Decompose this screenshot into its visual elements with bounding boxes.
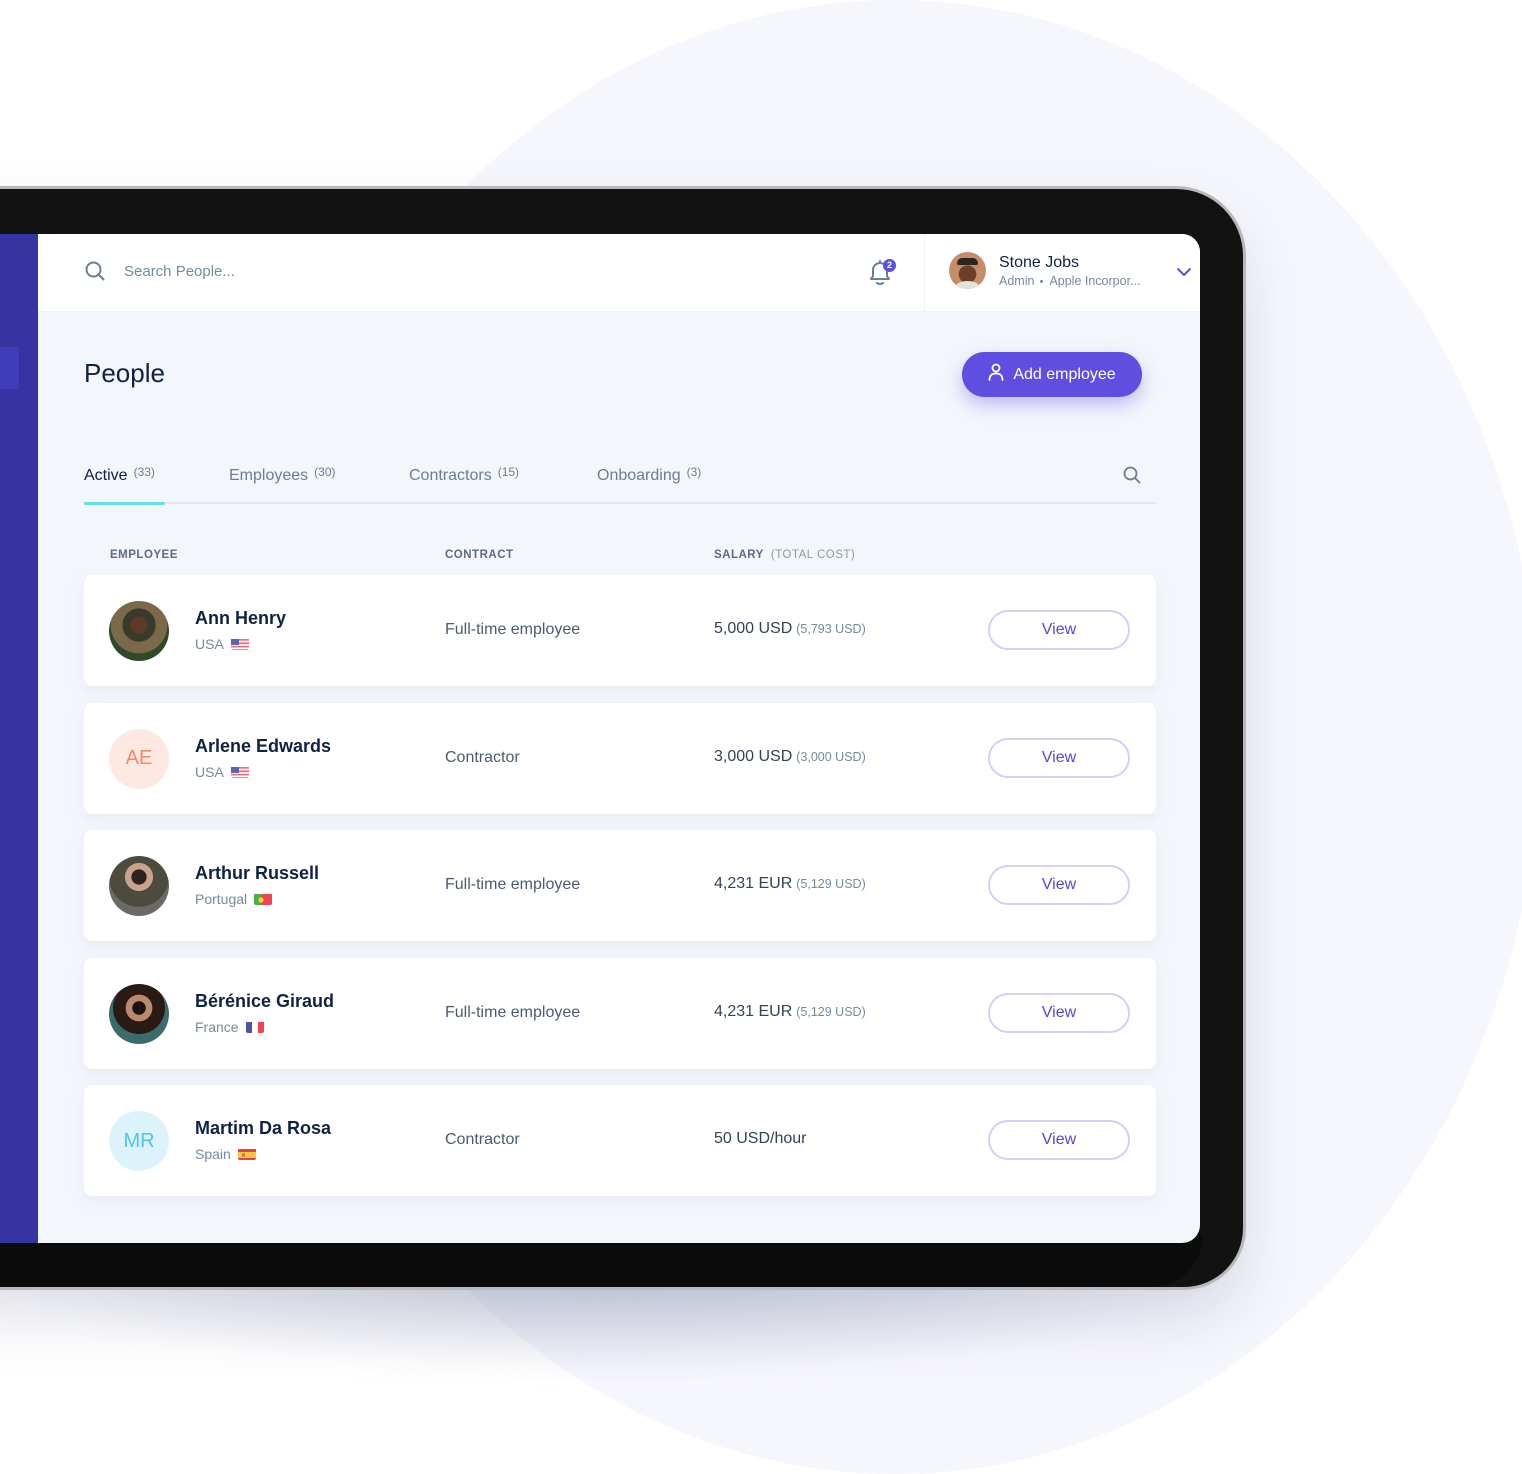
salary: 4,231 EUR (5,129 USD) (714, 1003, 866, 1021)
tab-contractors[interactable]: Contractors (15) (409, 465, 519, 485)
salary-amount: 5,000 USD (714, 620, 793, 637)
salary-amount: 3,000 USD (714, 747, 793, 765)
contract-type: Full-time employee (445, 1003, 581, 1021)
employee-list: Ann Henry USA Full-time employee 5,000 U… (84, 575, 1156, 1213)
flag-es-icon (237, 1148, 256, 1160)
user-role: Admin (999, 273, 1035, 288)
flag-fr-icon (245, 1021, 264, 1033)
user-menu[interactable]: Stone Jobs Admin Apple Incorpor... (949, 252, 1140, 289)
table-row[interactable]: Ann Henry USA Full-time employee 5,000 U… (84, 575, 1156, 686)
user-icon (988, 363, 1013, 386)
tab-count: (30) (314, 465, 336, 479)
tab-count: (3) (686, 465, 702, 479)
contract-type: Full-time employee (445, 621, 581, 638)
total-cost: (5,129 USD) (796, 877, 866, 891)
flag-us-icon (230, 638, 249, 650)
user-name: Stone Jobs (999, 253, 1080, 271)
chevron-down-icon[interactable] (1176, 264, 1192, 280)
tab-label: Onboarding (597, 467, 681, 484)
salary-amount: 50 USD/hour (714, 1130, 807, 1147)
total-cost: (5,129 USD) (796, 1004, 866, 1019)
view-button[interactable]: View (988, 610, 1130, 650)
contract-type: Contractor (445, 1131, 520, 1148)
tab-count: (15) (497, 465, 520, 479)
avatar (109, 856, 169, 916)
column-header-employee: EMPLOYEE (110, 549, 178, 561)
view-button[interactable]: View (988, 737, 1130, 778)
user-meta: Admin Apple Incorpor... (999, 274, 1140, 288)
salary: 5,000 USD (5,793 USD) (714, 620, 866, 638)
country-label: USA (195, 636, 224, 652)
add-employee-label: Add employee (1013, 365, 1116, 383)
contract-type: Full-time employee (445, 876, 581, 893)
separator-dot (1040, 279, 1044, 283)
user-company: Apple Incorpor... (1049, 273, 1141, 288)
column-header-contract: CONTRACT (445, 549, 514, 561)
search-icon (84, 260, 106, 282)
total-cost: (3,000 USD) (796, 749, 866, 764)
avatar (109, 983, 169, 1044)
table-row[interactable]: Arthur Russell Portugal Full-time employ… (84, 830, 1156, 941)
tab-label: Active (84, 467, 128, 484)
employee-name: Arthur Russell (195, 863, 320, 883)
country-label: Portugal (195, 891, 248, 907)
table-row[interactable]: Bérénice Giraud France Full-time employe… (84, 957, 1156, 1069)
country-label: France (195, 1018, 239, 1035)
active-tab-indicator (84, 502, 165, 505)
employee-name: Ann Henry (195, 608, 287, 628)
tab-label: Employees (229, 467, 309, 484)
employee-country: France (195, 1019, 264, 1035)
employee-country: USA (195, 764, 249, 780)
employee-name: Arlene Edwards (195, 735, 332, 756)
bell-icon (864, 260, 896, 292)
avatar-initials: MR (109, 1111, 169, 1171)
view-button[interactable]: View (988, 992, 1130, 1033)
tab-active[interactable]: Active (33) (84, 465, 155, 485)
table-row[interactable]: AE Arlene Edwards USA Contractor 3,000 U… (84, 702, 1156, 814)
employee-country: Spain (195, 1146, 256, 1162)
salary: 50 USD/hour (714, 1130, 811, 1148)
tab-employees[interactable]: Employees (30) (229, 465, 336, 485)
search-icon[interactable] (1122, 465, 1142, 485)
column-header-salary: SALARY (TOTAL COST) (714, 549, 855, 561)
country-label: USA (195, 763, 224, 780)
add-employee-button[interactable]: Add employee (962, 352, 1142, 397)
notification-badge: 2 (883, 259, 896, 272)
top-bar: 2 Stone Jobs Admin Apple Incorpor... (38, 234, 1200, 312)
divider (924, 234, 925, 312)
employee-name: Bérénice Giraud (195, 990, 335, 1011)
employee-country: Portugal (195, 891, 273, 907)
salary: 3,000 USD (3,000 USD) (714, 748, 866, 766)
app-screen: 2 Stone Jobs Admin Apple Incorpor... Peop… (0, 234, 1200, 1243)
avatar-initials: AE (109, 728, 169, 789)
avatar (109, 601, 169, 661)
tab-label: Contractors (409, 467, 492, 484)
notifications-button[interactable]: 2 (864, 256, 896, 288)
contract-type: Contractor (445, 748, 520, 766)
sidebar (0, 234, 38, 1243)
country-label: Spain (195, 1146, 231, 1162)
salary-label: SALARY (714, 549, 764, 561)
search-bar (84, 260, 424, 282)
page-title: People (84, 358, 165, 388)
view-button[interactable]: View (988, 865, 1130, 905)
salary: 4,231 EUR (5,129 USD) (714, 875, 866, 893)
employee-country: USA (195, 636, 249, 652)
salary-amount: 4,231 EUR (714, 1002, 793, 1020)
tabs: Active (33) Employees (30) Contractors (15)… (84, 462, 1156, 505)
user-avatar (949, 252, 986, 289)
tab-count: (33) (133, 465, 155, 479)
employee-name: Martim Da Rosa (195, 1118, 332, 1138)
sidebar-item-active[interactable] (0, 347, 19, 389)
search-input[interactable] (124, 262, 424, 280)
flag-pt-icon (254, 893, 273, 905)
salary-amount: 4,231 EUR (714, 875, 793, 892)
stage: 2 Stone Jobs Admin Apple Incorpor... Peop… (0, 0, 1522, 1474)
flag-us-icon (230, 766, 249, 778)
view-button[interactable]: View (988, 1120, 1130, 1160)
total-cost: (5,793 USD) (796, 622, 866, 636)
table-row[interactable]: MR Martim Da Rosa Spain Contractor 50 US… (84, 1085, 1156, 1196)
salary-sub-label: (TOTAL COST) (770, 549, 856, 561)
tab-onboarding[interactable]: Onboarding (3) (597, 465, 701, 485)
